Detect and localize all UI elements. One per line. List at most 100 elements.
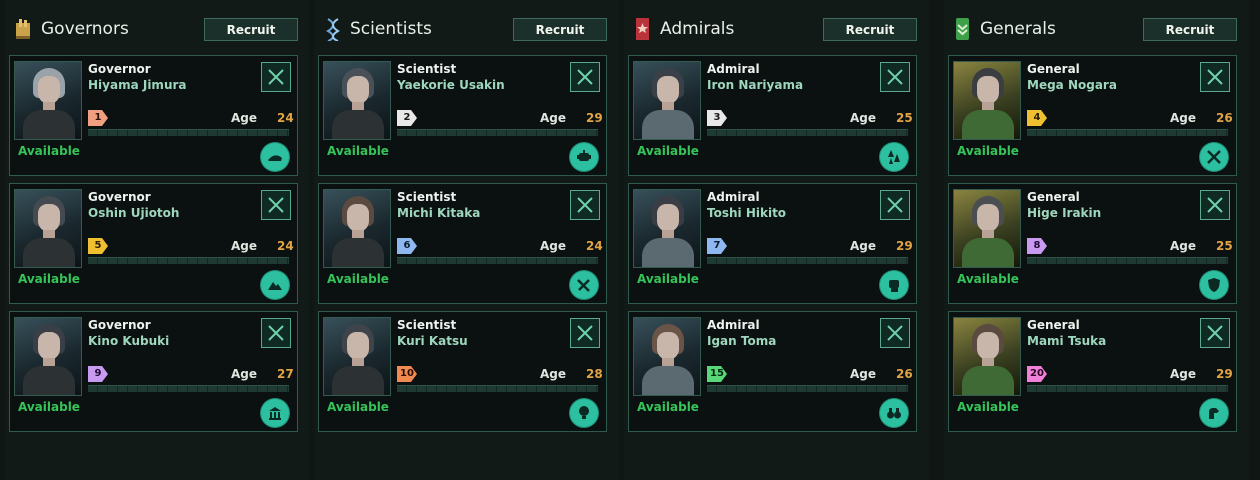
leader-name: Kino Kubuki [88,334,170,348]
close-icon [1207,69,1223,85]
leader-role: Scientist [397,62,457,76]
fleet-icon[interactable] [880,143,908,171]
recruit-button[interactable]: Recruit [1143,18,1237,41]
column-title: Admirals [660,19,735,39]
leader-card[interactable]: Admiral Igan Toma 15 Age 26 Available [628,311,917,432]
leader-card[interactable]: General Hige Irakin 8 Age 25 Available [948,183,1237,304]
age-value: 24 [277,111,294,125]
experience-bar [88,257,289,264]
close-icon [577,69,593,85]
level-number: 7 [707,238,727,254]
status-text: Available [957,144,1019,158]
experience-bar [397,385,598,392]
status-text: Available [957,400,1019,414]
leader-card[interactable]: Scientist Michi Kitaka 6 Age 24 Availabl… [318,183,607,304]
dismiss-button[interactable] [261,318,291,348]
leader-role: General [1027,318,1080,332]
leader-card[interactable]: Admiral Iron Nariyama 3 Age 25 Available [628,55,917,176]
dismiss-button[interactable] [570,190,600,220]
age-label: Age [1170,239,1197,253]
leader-card[interactable]: Governor Oshin Ujiotoh 5 Age 24 Availabl… [9,183,298,304]
status-text: Available [18,272,80,286]
dismiss-button[interactable] [1200,190,1230,220]
age-value: 29 [896,239,913,253]
leader-role: Scientist [397,190,457,204]
binoculars-icon[interactable] [880,399,908,427]
age-value: 25 [1216,239,1233,253]
close-icon [268,325,284,341]
age-label: Age [1170,111,1197,125]
age-value: 26 [896,367,913,381]
admirals-header: Admirals Recruit [632,14,921,46]
leader-name: Mega Nogara [1027,78,1117,92]
leader-role: General [1027,62,1080,76]
level-number: 8 [1027,238,1047,254]
experience-bar [707,129,908,136]
leader-card[interactable]: Scientist Kuri Katsu 10 Age 28 Available [318,311,607,432]
leader-role: Admiral [707,62,760,76]
experience-bar [88,385,289,392]
leader-name: Hiyama Jimura [88,78,187,92]
age-value: 27 [277,367,294,381]
leader-card[interactable]: Admiral Toshi Hikito 7 Age 29 Available [628,183,917,304]
age-value: 24 [277,239,294,253]
recruit-button[interactable]: Recruit [204,18,298,41]
experience-bar [88,129,289,136]
leader-portrait [14,189,82,268]
leader-role: Governor [88,318,151,332]
dismiss-button[interactable] [1200,62,1230,92]
dismiss-button[interactable] [261,190,291,220]
dismiss-button[interactable] [570,62,600,92]
admirals-panel: Admirals Recruit Admiral Iron Nariyama 3… [624,0,929,480]
dismiss-button[interactable] [261,62,291,92]
dismiss-button[interactable] [880,62,910,92]
governors-header: Governors Recruit [13,14,302,46]
tools-icon[interactable] [570,271,598,299]
leader-portrait [953,61,1021,140]
level-number: 1 [88,110,108,126]
hat-icon[interactable] [261,143,289,171]
recruit-button[interactable]: Recruit [513,18,607,41]
level-number: 10 [397,366,417,382]
leader-card[interactable]: Governor Kino Kubuki 9 Age 27 Available [9,311,298,432]
crossed-swords-icon[interactable] [1200,143,1228,171]
dismiss-button[interactable] [880,318,910,348]
age-label: Age [850,367,877,381]
dismiss-button[interactable] [1200,318,1230,348]
mountain-icon[interactable] [261,271,289,299]
close-icon [887,197,903,213]
level-number: 4 [1027,110,1047,126]
beast-icon[interactable] [1200,399,1228,427]
close-icon [577,325,593,341]
age-label: Age [540,111,567,125]
leader-portrait [633,189,701,268]
experience-bar [1027,257,1228,264]
leader-card[interactable]: Scientist Yaekorie Usakin 2 Age 29 Avail… [318,55,607,176]
leader-role: Admiral [707,318,760,332]
leader-role: General [1027,190,1080,204]
lightbulb-icon[interactable] [570,399,598,427]
shield-icon[interactable] [1200,271,1228,299]
admiral-flag-icon [632,17,654,41]
age-label: Age [540,239,567,253]
leader-portrait [323,189,391,268]
governors-panel: Governors Recruit Governor Hiyama Jimura… [5,0,310,480]
recruit-button[interactable]: Recruit [823,18,917,41]
leader-name: Oshin Ujiotoh [88,206,180,220]
robot-icon[interactable] [570,143,598,171]
age-label: Age [231,367,258,381]
leader-card[interactable]: General Mega Nogara 4 Age 26 Available [948,55,1237,176]
column-title: Scientists [350,19,432,39]
leader-card[interactable]: General Mami Tsuka 20 Age 29 Available [948,311,1237,432]
age-label: Age [850,111,877,125]
leader-name: Iron Nariyama [707,78,804,92]
building-icon[interactable] [261,399,289,427]
dismiss-button[interactable] [880,190,910,220]
leader-card[interactable]: Governor Hiyama Jimura 1 Age 24 Availabl… [9,55,298,176]
age-value: 28 [586,367,603,381]
dismiss-button[interactable] [570,318,600,348]
governor-icon [13,17,35,41]
level-number: 20 [1027,366,1047,382]
column-title: Generals [980,19,1056,39]
fist-icon[interactable] [880,271,908,299]
